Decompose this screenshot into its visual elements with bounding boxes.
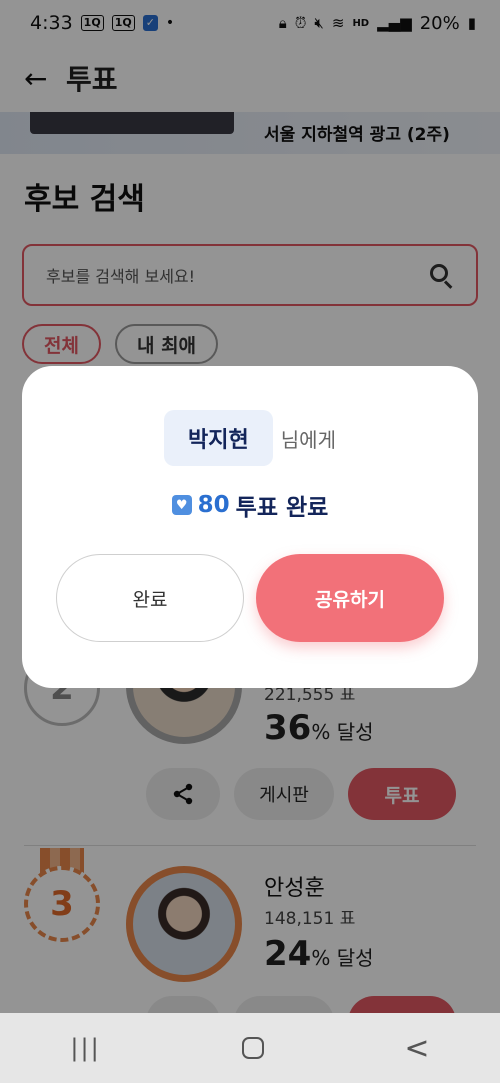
system-nav-bar: ||| < xyxy=(0,1013,500,1083)
recipient-name: 박지현 xyxy=(164,410,273,466)
recipient-suffix: 님에게 xyxy=(280,427,336,452)
vote-complete-dialog: 박지현 님에게 ♥ 80 투표 완료 완료 공유하기 xyxy=(22,366,478,688)
recipient-row: 박지현 님에게 xyxy=(22,410,478,466)
recents-icon[interactable]: ||| xyxy=(70,1034,100,1062)
home-icon[interactable] xyxy=(241,1037,264,1059)
vote-count: 80 xyxy=(197,492,230,518)
vote-done-label: 투표 완료 xyxy=(235,495,329,521)
heart-icon: ♥ xyxy=(171,495,192,515)
back-icon[interactable]: < xyxy=(404,1031,429,1066)
share-button[interactable]: 공유하기 xyxy=(256,554,444,642)
vote-complete-message: ♥ 80 투표 완료 xyxy=(22,488,478,522)
done-button[interactable]: 완료 xyxy=(56,554,244,642)
